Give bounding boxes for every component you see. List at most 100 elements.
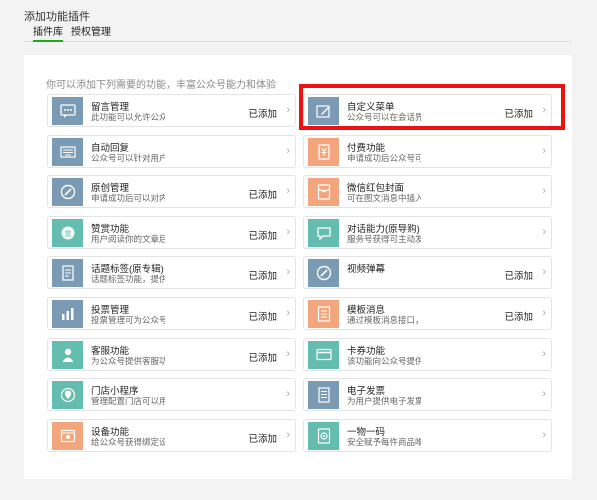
plugin-card[interactable]: 原创管理申请成功后可以对内容进行原创声明 已添加 › (47, 175, 296, 209)
plugin-card[interactable]: 投票管理投票管理可为公众号发起投票活动 已添加 › (47, 297, 296, 330)
chevron-right-icon: › (542, 388, 546, 401)
chevron-right-icon: › (286, 185, 290, 198)
page-title: 添加功能插件 (24, 11, 90, 23)
plugin-description: 为用户提供电子发票的标准化接入流程，开票报销更便捷 (347, 396, 421, 407)
chevron-right-icon: › (286, 104, 290, 116)
location-pin-icon (52, 381, 83, 410)
tab-plugin-library[interactable]: 插件库 (33, 26, 63, 42)
chevron-right-icon: › (542, 185, 546, 198)
chevron-right-icon: › (542, 225, 546, 238)
plugin-description: 管理配置门店可以用于卡券、广告、WIFI (91, 396, 165, 407)
bar-chart-icon (52, 300, 83, 328)
svg-text:赏: 赏 (64, 229, 71, 238)
plugin-card[interactable]: 客服功能为公众号提供客服功能，支持多人同时为用户服务 已添加 › (47, 337, 296, 371)
plugin-description: 给公众号获得绑定设备的能力 (91, 436, 165, 447)
plugin-status: 已添加 (248, 433, 277, 445)
plugin-name: 原创管理 (91, 183, 130, 195)
plugin-name: 卡券功能 (347, 345, 386, 357)
plugin-description: 可在图文消息中插入红包封面 (347, 193, 421, 204)
message-template-icon (308, 300, 339, 328)
slash-circle-icon (52, 178, 83, 207)
chevron-right-icon: › (542, 428, 546, 441)
plugin-card[interactable]: 自动回复公众号可以针对用户的行为设置自动回复 › (47, 134, 296, 168)
plugin-card[interactable]: 设备功能给公众号获得绑定设备的能力 已添加 › (47, 418, 296, 452)
plugin-name: 模板消息 (347, 305, 386, 316)
plugin-description: 通过模板消息接口，公众号能够向关注其账号的用户发送消息 (347, 315, 421, 325)
chat-bubble-icon (52, 97, 83, 125)
document-icon (52, 259, 83, 288)
chevron-right-icon: › (542, 347, 546, 360)
plugin-name: 付费功能 (347, 142, 386, 154)
plugin-name: 留言管理 (91, 102, 130, 113)
plugin-status: 已添加 (504, 271, 533, 283)
plugin-name: 电子发票 (347, 386, 386, 398)
plugin-description: 安全赋予每件商品唯一码，连接商品与用户 (347, 436, 421, 447)
chevron-right-icon: › (542, 307, 546, 319)
plugin-name: 微信红包封面 (347, 183, 405, 195)
plugin-card[interactable]: 视频弹幕已添加 › (303, 256, 552, 290)
plugin-description: 为公众号提供客服功能，支持多人同时为用户服务 (91, 355, 165, 366)
plugin-card[interactable]: 微信红包封面可在图文消息中插入红包封面 › (303, 175, 552, 209)
invoice-icon (308, 381, 339, 410)
plugin-status: 已添加 (504, 312, 533, 323)
plugin-card[interactable]: 门店小程序管理配置门店可以用于卡券、广告、WIFI › (47, 378, 296, 412)
plugin-card[interactable]: 电子发票为用户提供电子发票的标准化接入流程，开票报销更便捷 › (303, 378, 552, 412)
plugin-status: 已添加 (248, 190, 277, 202)
keyboard-icon (52, 137, 83, 166)
plugin-card[interactable]: 话题标签(原专辑)话题标签功能，提供给公众号内容归类使用 已添加 › (47, 256, 296, 290)
plugin-status: 已添加 (248, 109, 277, 120)
plugin-description: 申请成功后可以对内容进行原创声明 (91, 193, 165, 204)
plugin-description: 用户阅读你的文章后可以进行赞赏 (91, 233, 165, 244)
plugin-description: 此功能可以允许公众号对发布的文章开启留言 (91, 112, 165, 122)
chevron-right-icon: › (286, 144, 290, 157)
plugin-card[interactable]: 赏 赞赏功能用户阅读你的文章后可以进行赞赏 已添加 › (47, 215, 296, 249)
plugin-status: 已添加 (248, 312, 277, 323)
plugin-description: 公众号可以针对用户的行为设置自动回复 (91, 152, 165, 163)
plugin-name: 门店小程序 (91, 386, 139, 398)
plugin-name: 客服功能 (91, 345, 130, 357)
highlight-box (299, 84, 565, 130)
chevron-right-icon: › (542, 144, 546, 157)
money-icon (308, 137, 339, 166)
plugin-name: 设备功能 (91, 426, 130, 438)
plugin-description: 该功能向公众号提供卡券管理、推广、经营分析 (347, 355, 421, 366)
plugin-card[interactable]: 卡券功能该功能向公众号提供卡券管理、推广、经营分析 › (303, 337, 552, 371)
coin-icon: 赏 (52, 218, 83, 247)
chevron-right-icon: › (286, 388, 290, 401)
plugin-name: 对话能力(原导购) (347, 223, 420, 235)
chevron-right-icon: › (286, 428, 290, 441)
tab-bar: 插件库 授权管理 (24, 26, 572, 42)
plugin-status: 已添加 (248, 230, 277, 242)
chevron-right-icon: › (286, 266, 290, 279)
plugin-description: 服务号获得可主动发起对话的能力 (347, 233, 421, 244)
plugin-name: 话题标签(原专辑) (91, 264, 164, 276)
chevron-right-icon: › (286, 307, 290, 319)
plugin-name: 自动回复 (91, 142, 130, 154)
plugin-name: 视频弹幕 (347, 264, 386, 276)
device-icon (52, 421, 83, 450)
plugin-card[interactable]: 一物一码安全赋予每件商品唯一码，连接商品与用户 › (303, 418, 552, 452)
tab-authorization[interactable]: 授权管理 (71, 26, 111, 39)
user-icon (52, 340, 83, 369)
plugin-description: 申请成功后公众号可以发表付费内容 (347, 152, 421, 163)
chevron-right-icon: › (542, 266, 546, 279)
plugin-card[interactable]: 留言管理此功能可以允许公众号对发布的文章开启留言 已添加 › (47, 94, 296, 127)
slash-circle-icon (308, 259, 339, 288)
card-icon (308, 340, 339, 369)
plugin-description: 投票管理可为公众号发起投票活动 (91, 315, 165, 325)
plugin-name: 一物一码 (347, 426, 386, 438)
plugin-name: 投票管理 (91, 305, 130, 316)
plugin-card[interactable]: 对话能力(原导购)服务号获得可主动发起对话的能力 › (303, 215, 552, 249)
intro-text: 你可以添加下列需要的功能，丰富公众号能力和体验 (46, 80, 276, 91)
chevron-right-icon: › (286, 225, 290, 238)
plugin-status: 已添加 (248, 271, 277, 283)
plugin-name: 赞赏功能 (91, 223, 130, 235)
plugin-card[interactable]: 付费功能申请成功后公众号可以发表付费内容 › (303, 134, 552, 168)
plugin-card[interactable]: 模板消息通过模板消息接口，公众号能够向关注其账号的用户发送消息 已添加 › (303, 297, 552, 330)
red-envelope-icon (308, 178, 339, 207)
chevron-right-icon: › (286, 347, 290, 360)
plugin-status: 已添加 (248, 352, 277, 364)
plugin-description: 话题标签功能，提供给公众号内容归类使用 (91, 274, 165, 285)
qrcode-icon (308, 421, 339, 450)
dialog-icon (308, 218, 339, 247)
